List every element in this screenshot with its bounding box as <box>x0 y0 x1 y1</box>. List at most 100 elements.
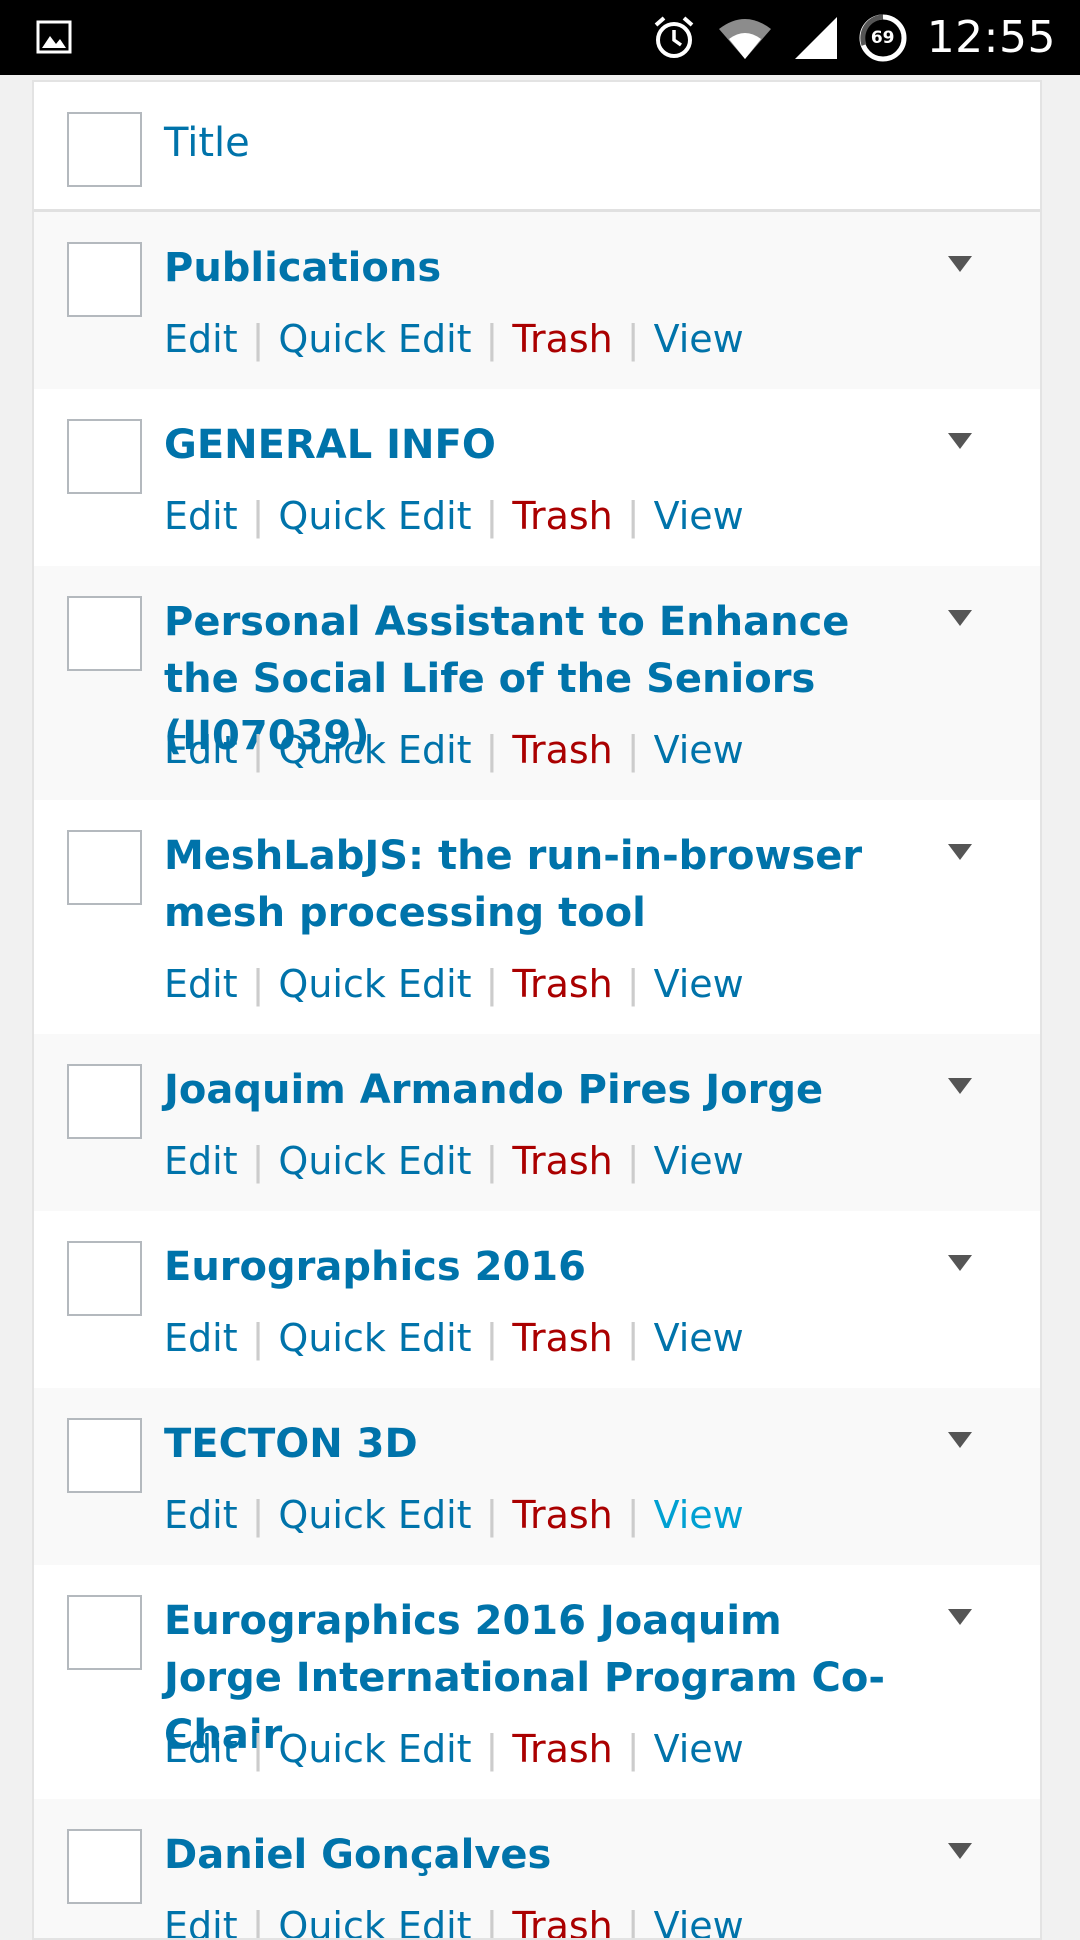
trash-link[interactable]: Trash <box>512 728 612 772</box>
alarm-icon <box>654 15 694 58</box>
post-title-link[interactable]: Daniel Gonçalves <box>164 1827 894 1884</box>
action-separator: | <box>626 962 640 1006</box>
trash-link[interactable]: Trash <box>512 1493 612 1537</box>
expand-row-toggle-icon[interactable] <box>946 608 974 628</box>
action-separator: | <box>485 962 499 1006</box>
row-checkbox[interactable] <box>67 419 142 494</box>
table-header: Title <box>34 82 1040 212</box>
action-separator: | <box>485 1727 499 1771</box>
expand-row-toggle-icon[interactable] <box>946 842 974 862</box>
table-row: Eurographics 2016 Joaquim Jorge Internat… <box>34 1565 1040 1799</box>
post-title-link[interactable]: MeshLabJS: the run-in-browser mesh proce… <box>164 828 894 942</box>
row-actions: Edit | Quick Edit | Trash | View <box>164 1490 744 1540</box>
view-link[interactable]: View <box>654 1316 744 1360</box>
post-title-link[interactable]: GENERAL INFO <box>164 417 894 474</box>
row-checkbox[interactable] <box>67 1241 142 1316</box>
column-header-title[interactable]: Title <box>164 120 250 166</box>
trash-link[interactable]: Trash <box>512 494 612 538</box>
action-separator: | <box>626 728 640 772</box>
action-separator: | <box>626 494 640 538</box>
expand-row-toggle-icon[interactable] <box>946 254 974 274</box>
edit-link[interactable]: Edit <box>164 1904 238 1938</box>
expand-row-toggle-icon[interactable] <box>946 1076 974 1096</box>
table-row: Daniel Gonçalves Edit | Quick Edit | Trash | Vi… <box>34 1799 1040 1940</box>
quick-edit-link[interactable]: Quick Edit <box>278 317 471 361</box>
row-checkbox[interactable] <box>67 1829 142 1904</box>
table-row: TECTON 3D Edit | Quick Edit | Trash | View <box>34 1388 1040 1565</box>
quick-edit-link[interactable]: Quick Edit <box>278 1493 471 1537</box>
edit-link[interactable]: Edit <box>164 1727 238 1771</box>
battery-icon: 69 <box>859 14 907 62</box>
cell-signal-icon <box>794 16 837 59</box>
wifi-icon <box>718 18 771 59</box>
action-separator: | <box>485 1493 499 1537</box>
view-link[interactable]: View <box>654 1727 744 1771</box>
action-separator: | <box>485 1316 499 1360</box>
table-body: Publications Edit | Quick Edit | Trash | View GE… <box>34 212 1040 1940</box>
row-checkbox[interactable] <box>67 1595 142 1670</box>
row-checkbox[interactable] <box>67 1418 142 1493</box>
view-link[interactable]: View <box>654 317 744 361</box>
quick-edit-link[interactable]: Quick Edit <box>278 728 471 772</box>
post-title-link[interactable]: Joaquim Armando Pires Jorge <box>164 1062 894 1119</box>
posts-table: Title Publications Edit | Quick Edit | Trash |… <box>32 80 1042 1940</box>
select-all-checkbox[interactable] <box>67 112 142 187</box>
quick-edit-link[interactable]: Quick Edit <box>278 1904 471 1938</box>
table-row: Eurographics 2016 Edit | Quick Edit | Trash | V… <box>34 1211 1040 1388</box>
view-link[interactable]: View <box>654 1904 744 1938</box>
quick-edit-link[interactable]: Quick Edit <box>278 1139 471 1183</box>
trash-link[interactable]: Trash <box>512 1139 612 1183</box>
trash-link[interactable]: Trash <box>512 1904 612 1938</box>
trash-link[interactable]: Trash <box>512 317 612 361</box>
quick-edit-link[interactable]: Quick Edit <box>278 494 471 538</box>
trash-link[interactable]: Trash <box>512 1727 612 1771</box>
post-title-link[interactable]: TECTON 3D <box>164 1416 894 1473</box>
view-link[interactable]: View <box>654 1493 744 1537</box>
table-row: Joaquim Armando Pires Jorge Edit | Quick Ed… <box>34 1034 1040 1211</box>
post-title-link[interactable]: Eurographics 2016 <box>164 1239 894 1296</box>
edit-link[interactable]: Edit <box>164 962 238 1006</box>
edit-link[interactable]: Edit <box>164 728 238 772</box>
expand-row-toggle-icon[interactable] <box>946 431 974 451</box>
table-row: Publications Edit | Quick Edit | Trash | View <box>34 212 1040 389</box>
row-checkbox[interactable] <box>67 596 142 671</box>
action-separator: | <box>251 1139 265 1183</box>
table-row: MeshLabJS: the run-in-browser mesh proce… <box>34 800 1040 1034</box>
edit-link[interactable]: Edit <box>164 317 238 361</box>
row-actions: Edit | Quick Edit | Trash | View <box>164 959 744 1009</box>
quick-edit-link[interactable]: Quick Edit <box>278 1316 471 1360</box>
row-checkbox[interactable] <box>67 242 142 317</box>
post-title-link[interactable]: Publications <box>164 240 894 297</box>
trash-link[interactable]: Trash <box>512 962 612 1006</box>
view-link[interactable]: View <box>654 728 744 772</box>
status-bar: 69 12:55 <box>0 0 1080 75</box>
row-actions: Edit | Quick Edit | Trash | View <box>164 1136 744 1186</box>
image-icon <box>36 20 72 54</box>
row-actions: Edit | Quick Edit | Trash | View <box>164 1724 744 1774</box>
quick-edit-link[interactable]: Quick Edit <box>278 1727 471 1771</box>
expand-row-toggle-icon[interactable] <box>946 1841 974 1861</box>
edit-link[interactable]: Edit <box>164 494 238 538</box>
edit-link[interactable]: Edit <box>164 1493 238 1537</box>
action-separator: | <box>251 1727 265 1771</box>
trash-link[interactable]: Trash <box>512 1316 612 1360</box>
battery-level: 69 <box>870 27 895 48</box>
row-checkbox[interactable] <box>67 1064 142 1139</box>
expand-row-toggle-icon[interactable] <box>946 1430 974 1450</box>
action-separator: | <box>626 317 640 361</box>
expand-row-toggle-icon[interactable] <box>946 1253 974 1273</box>
action-separator: | <box>485 1904 499 1940</box>
quick-edit-link[interactable]: Quick Edit <box>278 962 471 1006</box>
edit-link[interactable]: Edit <box>164 1139 238 1183</box>
view-link[interactable]: View <box>654 494 744 538</box>
edit-link[interactable]: Edit <box>164 1316 238 1360</box>
action-separator: | <box>626 1316 640 1360</box>
action-separator: | <box>251 962 265 1006</box>
row-actions: Edit | Quick Edit | Trash | View <box>164 725 744 775</box>
action-separator: | <box>626 1493 640 1537</box>
action-separator: | <box>485 728 499 772</box>
view-link[interactable]: View <box>654 962 744 1006</box>
expand-row-toggle-icon[interactable] <box>946 1607 974 1627</box>
view-link[interactable]: View <box>654 1139 744 1183</box>
row-checkbox[interactable] <box>67 830 142 905</box>
